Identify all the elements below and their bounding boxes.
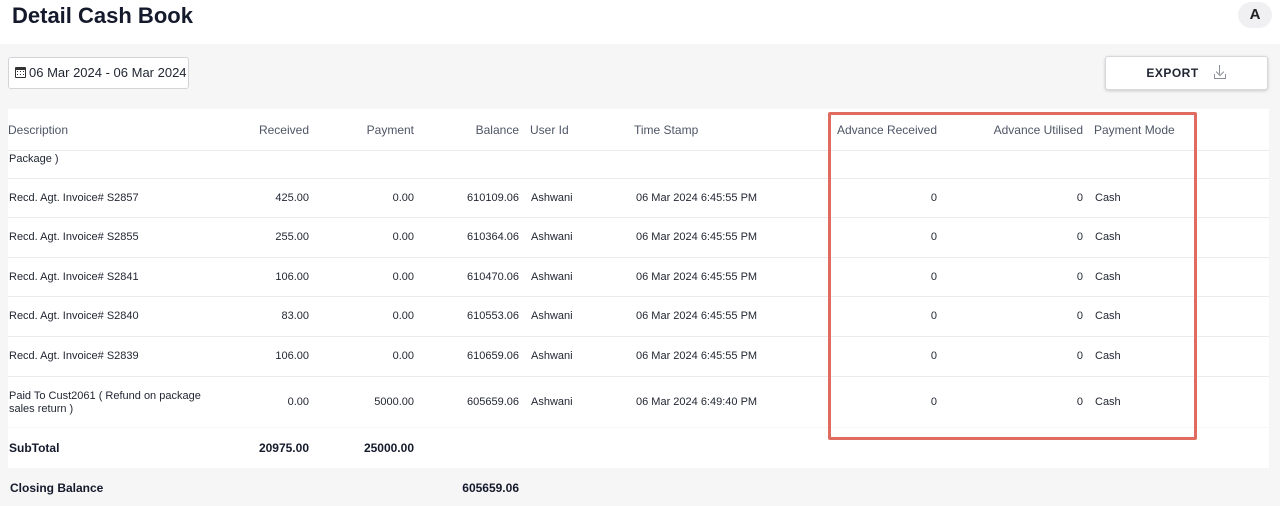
row-divider: [8, 336, 1269, 337]
cell-time-stamp: 06 Mar 2024 6:45:55 PM: [636, 310, 758, 322]
cell-description: Recd. Agt. Invoice# S2855: [9, 231, 139, 243]
date-range-picker[interactable]: 06 Mar 2024 - 06 Mar 2024: [8, 57, 189, 89]
row-divider: [8, 178, 1269, 179]
cell-payment-mode: Cash: [1095, 396, 1121, 408]
cell-payment-mode: Cash: [1095, 192, 1121, 204]
cell-payment: 0.00: [392, 310, 414, 322]
cell-advance-utilised: 0: [1076, 310, 1083, 322]
closing-balance-label: Closing Balance: [10, 481, 104, 495]
subtotal-row: SubTotal 20975.00 25000.00: [8, 428, 1269, 468]
col-header-time-stamp[interactable]: Time Stamp: [634, 123, 698, 137]
row-divider: [8, 376, 1269, 377]
cell-user-id: Ashwani: [531, 231, 573, 243]
col-header-balance[interactable]: Balance: [419, 123, 519, 137]
export-button[interactable]: EXPORT: [1105, 56, 1268, 90]
cell-advance-utilised: 0: [1076, 271, 1083, 283]
cell-description: Package ): [9, 153, 59, 165]
cell-advance-utilised: 0: [1076, 231, 1083, 243]
cell-received: 106.00: [275, 271, 309, 283]
col-header-user-id[interactable]: User Id: [530, 123, 569, 137]
col-header-description[interactable]: Description: [8, 123, 68, 137]
cell-time-stamp: 06 Mar 2024 6:45:55 PM: [636, 350, 758, 362]
cell-user-id: Ashwani: [531, 396, 573, 408]
cell-payment: 0.00: [392, 231, 414, 243]
cell-advance-utilised: 0: [1076, 350, 1083, 362]
cell-received: 83.00: [281, 310, 309, 322]
col-header-payment-mode[interactable]: Payment Mode: [1094, 123, 1175, 137]
cell-payment-mode: Cash: [1095, 271, 1121, 283]
cell-user-id: Ashwani: [531, 271, 573, 283]
cell-balance: 610109.06: [467, 192, 519, 204]
cell-balance: 610470.06: [467, 271, 519, 283]
cell-received: 425.00: [275, 192, 309, 204]
cell-balance: 610364.06: [467, 231, 519, 243]
cell-advance-received: 0: [930, 396, 937, 408]
cell-description: Recd. Agt. Invoice# S2839: [9, 350, 139, 362]
cell-time-stamp: 06 Mar 2024 6:45:55 PM: [636, 231, 758, 243]
cell-balance: 605659.06: [467, 396, 519, 408]
cell-received: 255.00: [275, 231, 309, 243]
calendar-icon: [15, 67, 26, 78]
cell-advance-received: 0: [930, 310, 937, 322]
col-header-received[interactable]: Received: [209, 123, 309, 137]
cell-user-id: Ashwani: [531, 310, 573, 322]
cell-payment: 0.00: [392, 350, 414, 362]
cell-advance-received: 0: [930, 192, 937, 204]
cell-description-line2: sales return ): [9, 403, 74, 415]
cell-payment-mode: Cash: [1095, 231, 1121, 243]
cell-description: Recd. Agt. Invoice# S2840: [9, 310, 139, 322]
subtotal-payment: 25000.00: [363, 441, 414, 455]
row-divider: [8, 296, 1269, 297]
export-label: EXPORT: [1146, 66, 1199, 80]
col-header-advance-received[interactable]: Advance Received: [826, 123, 937, 137]
cell-balance: 610659.06: [467, 350, 519, 362]
cell-received: 0.00: [287, 396, 309, 408]
closing-balance-value: 605659.06: [462, 481, 519, 495]
avatar[interactable]: A: [1238, 2, 1272, 28]
cell-payment-mode: Cash: [1095, 350, 1121, 362]
cell-user-id: Ashwani: [531, 350, 573, 362]
cell-description: Recd. Agt. Invoice# S2857: [9, 192, 139, 204]
cell-advance-received: 0: [930, 350, 937, 362]
cell-description: Recd. Agt. Invoice# S2841: [9, 271, 139, 283]
cell-payment-mode: Cash: [1095, 310, 1121, 322]
cell-advance-received: 0: [930, 231, 937, 243]
cell-time-stamp: 06 Mar 2024 6:45:55 PM: [636, 271, 758, 283]
cell-advance-utilised: 0: [1076, 396, 1083, 408]
download-icon: [1213, 65, 1227, 79]
cell-received: 106.00: [275, 350, 309, 362]
cell-advance-utilised: 0: [1076, 192, 1083, 204]
cell-user-id: Ashwani: [531, 192, 573, 204]
cell-time-stamp: 06 Mar 2024 6:45:55 PM: [636, 192, 758, 204]
top-bar: Detail Cash Book A: [0, 0, 1280, 44]
row-divider: [8, 217, 1269, 218]
cell-payment: 5000.00: [374, 396, 414, 408]
cell-payment: 0.00: [392, 271, 414, 283]
table-row-partial: Package ): [8, 151, 1269, 179]
page-title: Detail Cash Book: [12, 3, 193, 28]
col-header-advance-utilised[interactable]: Advance Utilised: [973, 123, 1083, 137]
row-divider: [8, 257, 1269, 258]
cell-description-line1: Paid To Cust2061 ( Refund on package: [9, 390, 201, 402]
cell-payment: 0.00: [392, 192, 414, 204]
cash-book-table: Description Received Payment Balance Use…: [8, 109, 1269, 427]
date-range-text: 06 Mar 2024 - 06 Mar 2024: [29, 65, 187, 80]
subtotal-label: SubTotal: [9, 441, 60, 455]
col-header-payment[interactable]: Payment: [314, 123, 414, 137]
cell-time-stamp: 06 Mar 2024 6:49:40 PM: [636, 396, 758, 408]
subtotal-received: 20975.00: [258, 441, 309, 455]
cell-advance-received: 0: [930, 271, 937, 283]
cell-balance: 610553.06: [467, 310, 519, 322]
